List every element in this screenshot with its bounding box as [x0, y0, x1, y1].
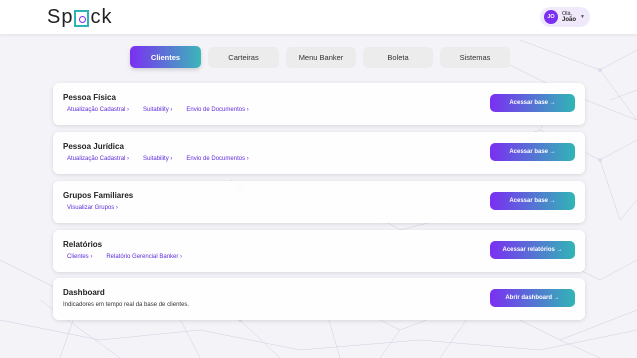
card-dashboard: Dashboard Indicadores em tempo real da b…	[53, 278, 585, 320]
card-grupos-familiares: Grupos Familiares Visualizar Grupos › Ac…	[53, 181, 585, 223]
user-greeting-block: Olá, João	[562, 11, 576, 23]
abrir-dashboard-button[interactable]: Abrir dashboard →	[490, 289, 575, 307]
tab-menu-banker[interactable]: Menu Banker	[286, 47, 356, 68]
tab-sistemas[interactable]: Sistemas	[440, 47, 510, 68]
user-name: João	[562, 17, 577, 23]
chevron-down-icon: ▼	[580, 14, 585, 20]
acessar-base-button[interactable]: Acessar base →	[490, 192, 575, 210]
card-pessoa-fisica: Pessoa Física Atualização Cadastral › Su…	[53, 83, 585, 125]
card-title: Relatórios	[63, 240, 103, 249]
card-links: Atualização Cadastral › Suitability › En…	[67, 107, 249, 113]
card-description: Indicadores em tempo real da base de cli…	[63, 302, 190, 308]
acessar-base-button[interactable]: Acessar base →	[490, 94, 575, 112]
logo-text-suffix: ck	[90, 6, 113, 28]
card-links: Clientes › Relatório Gerencial Banker ›	[67, 254, 182, 260]
card-title: Dashboard	[63, 288, 105, 297]
top-header: Sp ck JO Olá, João ▼	[0, 0, 637, 34]
tab-boleta[interactable]: Boleta	[363, 47, 433, 68]
acessar-base-button[interactable]: Acessar base →	[490, 143, 575, 161]
link-visualizar-grupos[interactable]: Visualizar Grupos ›	[67, 205, 118, 211]
spock-logo[interactable]: Sp ck	[47, 6, 112, 29]
card-title: Pessoa Física	[63, 93, 116, 102]
logo-o-icon	[74, 10, 90, 27]
link-envio-documentos[interactable]: Envio de Documentos ›	[186, 107, 248, 113]
card-links: Visualizar Grupos ›	[67, 205, 118, 211]
tab-clientes[interactable]: Clientes	[130, 46, 201, 68]
link-atualizacao-cadastral[interactable]: Atualização Cadastral ›	[67, 156, 129, 162]
link-suitability[interactable]: Suitability ›	[143, 107, 172, 113]
card-pessoa-juridica: Pessoa Jurídica Atualização Cadastral › …	[53, 132, 585, 174]
link-suitability[interactable]: Suitability ›	[143, 156, 172, 162]
link-clientes[interactable]: Clientes ›	[67, 254, 92, 260]
logo-text-prefix: Sp	[47, 6, 74, 28]
user-menu[interactable]: JO Olá, João ▼	[540, 7, 590, 27]
card-links: Atualização Cadastral › Suitability › En…	[67, 156, 249, 162]
avatar: JO	[544, 10, 558, 24]
card-title: Pessoa Jurídica	[63, 142, 124, 151]
card-title: Grupos Familiares	[63, 191, 134, 200]
main-tabs: Clientes Carteiras Menu Banker Boleta Si…	[130, 46, 510, 68]
link-envio-documentos[interactable]: Envio de Documentos ›	[186, 156, 248, 162]
acessar-relatorios-button[interactable]: Acessar relatórios →	[490, 241, 575, 259]
link-atualizacao-cadastral[interactable]: Atualização Cadastral ›	[67, 107, 129, 113]
card-relatorios: Relatórios Clientes › Relatório Gerencia…	[53, 230, 585, 272]
tab-carteiras[interactable]: Carteiras	[208, 47, 279, 68]
link-relatorio-gerencial-banker[interactable]: Relatório Gerencial Banker ›	[106, 254, 182, 260]
